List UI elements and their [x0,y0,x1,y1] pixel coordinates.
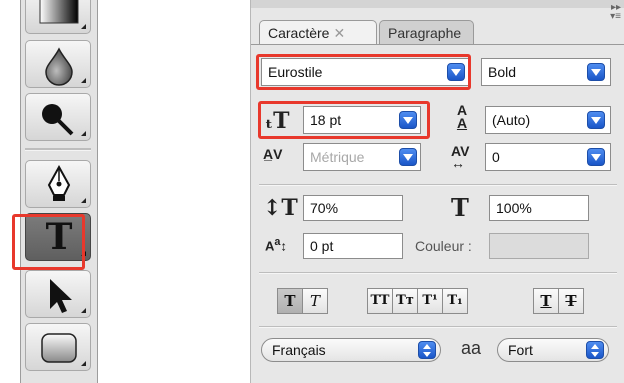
faux-bold-button[interactable]: T [277,288,303,314]
leading-icon: AA [456,102,468,131]
all-caps-button[interactable]: TT [367,288,393,314]
blur-tool[interactable] [25,40,91,88]
chevron-down-icon[interactable] [399,148,417,166]
antialias-icon: aa [461,338,482,358]
case-buttons: TT Tт T¹ T₁ [367,288,468,314]
kerning-icon: A̲V [263,146,283,162]
style-buttons: T T [277,288,328,314]
panel-menu-icon[interactable]: ▸▸ ▾≡ [610,3,621,22]
tab-paragraphe[interactable]: Paragraphe [379,20,474,45]
underline-button[interactable]: T [533,288,559,314]
faux-italic-button[interactable]: T [302,288,328,314]
tab-caractere[interactable]: Caractère ✕ [259,20,377,45]
gradient-tool[interactable] [25,0,91,34]
pen-tool[interactable] [25,160,91,208]
tools-panel: T [20,0,98,383]
horizontal-scale-icon: T [451,193,469,222]
vertical-scale-icon: ↕T [263,195,298,221]
subscript-button[interactable]: T₁ [442,288,468,314]
language-select[interactable]: Français [261,338,441,362]
stepper-icon [586,341,604,359]
small-caps-button[interactable]: Tт [392,288,418,314]
line-buttons: T T [533,288,584,314]
color-swatch[interactable] [489,233,589,259]
chevron-down-icon[interactable] [587,111,605,129]
gradient-tool-icon [39,0,79,24]
chevron-down-icon[interactable] [587,148,605,166]
superscript-button[interactable]: T¹ [417,288,443,314]
color-label: Couleur : [415,238,472,254]
baseline-shift-icon: Aa↕ [265,236,287,254]
strikethrough-button[interactable]: T [558,288,584,314]
chevron-down-icon[interactable] [399,111,417,129]
font-size-icon: ₜT [265,108,290,134]
path-selection-tool[interactable] [25,270,91,318]
type-tool[interactable]: T [25,213,91,261]
font-family-select[interactable]: Eurostile [261,58,471,86]
baseline-shift-field[interactable]: 0 pt [303,233,403,259]
dodge-tool[interactable] [25,93,91,141]
chevron-down-icon[interactable] [447,63,465,81]
antialias-select[interactable]: Fort [497,338,609,362]
chevron-down-icon[interactable] [587,63,605,81]
horizontal-scale-field[interactable]: 100% [489,195,589,221]
tracking-icon: AV ↔ [451,143,470,171]
character-panel: ▸▸ ▾≡ Caractère ✕ Paragraphe Eurostile Bol… [250,0,624,383]
vertical-scale-field[interactable]: 70% [303,195,403,221]
close-icon[interactable]: ✕ [333,25,345,41]
stepper-icon [418,341,436,359]
rectangle-tool[interactable] [25,323,91,371]
